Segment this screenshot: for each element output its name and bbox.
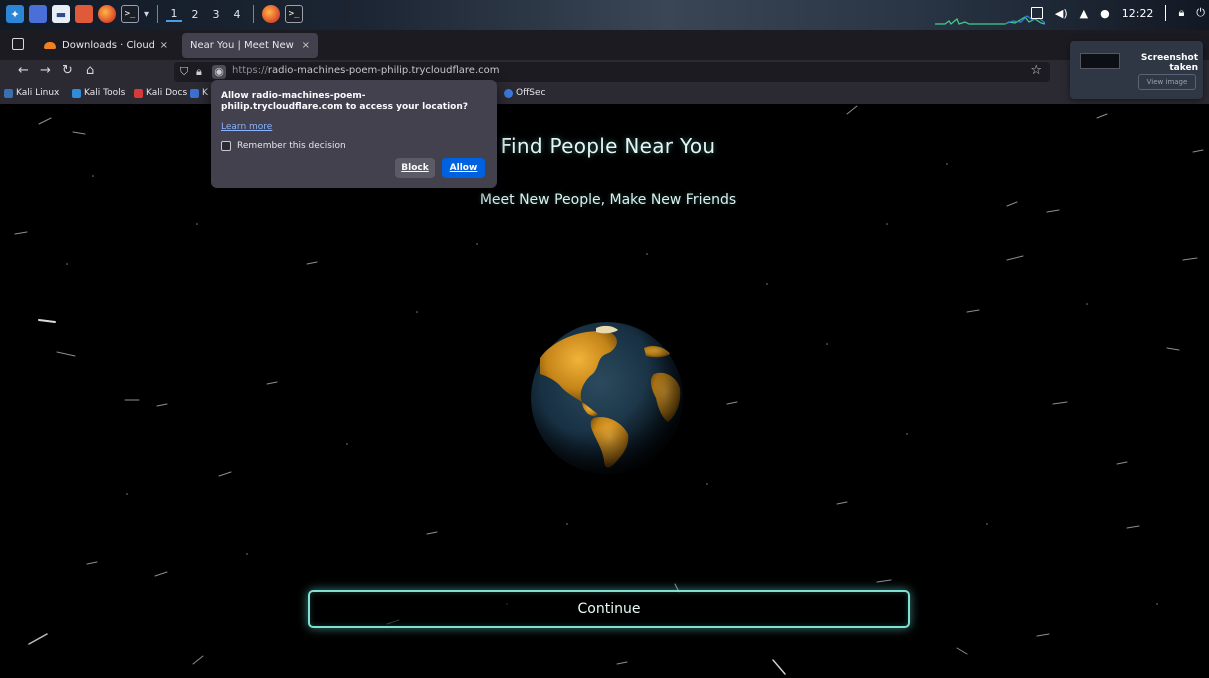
panel-launchers: ✦ ▬ >_ ▾ 1 2 3 4 >_	[6, 5, 304, 23]
notification-bell-icon[interactable]: ▲	[1080, 7, 1088, 20]
block-button[interactable]: Block	[395, 158, 435, 178]
show-desktop-icon[interactable]	[29, 5, 47, 23]
back-icon[interactable]: ←	[18, 63, 29, 78]
tab-bar: Downloads · Cloudflare Z × Near You | Me…	[0, 30, 1209, 84]
screenshot-thumbnail	[1080, 53, 1120, 69]
allow-button[interactable]: Allow	[442, 158, 485, 178]
location-permission-popup: Allow radio-machines-poem-philip.tryclou…	[211, 80, 497, 188]
forward-icon[interactable]: →	[40, 63, 51, 78]
panel-separator	[253, 5, 255, 23]
bookmark-kali-tools[interactable]: Kali Tools	[72, 88, 125, 98]
location-permission-icon[interactable]: ◉	[212, 65, 226, 79]
tray-separator	[1165, 5, 1167, 21]
volume-icon[interactable]: ◀)	[1055, 7, 1068, 20]
bookmarks-bar: Kali Linux Kali Tools Kali Docs K OffSec	[0, 84, 1209, 104]
bookmark-label: Kali Tools	[84, 88, 126, 98]
url-host: radio-machines-poem-philip.trycloudflare…	[267, 65, 500, 76]
panel-separator	[157, 5, 159, 23]
tab-title: Downloads · Cloudflare Z	[62, 40, 154, 51]
home-icon[interactable]: ⌂	[86, 63, 94, 78]
continue-button[interactable]: Continue	[308, 590, 910, 628]
page-subtitle: Meet New People, Make New Friends	[479, 192, 737, 208]
window-icon[interactable]	[1030, 7, 1043, 19]
bookmark-kali-forums[interactable]: K	[190, 88, 208, 98]
bookmark-label: Kali Linux	[16, 88, 60, 98]
chevron-down-icon[interactable]: ▾	[144, 9, 149, 20]
bookmark-kali-linux[interactable]: Kali Linux	[4, 88, 59, 98]
logout-icon[interactable]: ⏻	[1196, 6, 1205, 20]
earth-globe-icon	[531, 322, 683, 474]
kali-docs-icon	[134, 88, 143, 98]
workspace-4[interactable]: 4	[229, 8, 245, 21]
notification-title: Screenshot taken	[1140, 53, 1198, 73]
tab-list-icon[interactable]	[12, 38, 24, 50]
bookmark-offsec[interactable]: OffSec	[504, 88, 545, 98]
remember-decision-label: Remember this decision	[237, 141, 346, 151]
lock-icon[interactable]: 🔒︎	[196, 65, 202, 79]
page-viewport: Find People Near You Meet New People, Ma…	[7, 104, 1209, 678]
lock-icon[interactable]: 🔒︎	[1178, 6, 1184, 20]
remember-decision-checkbox[interactable]	[221, 141, 231, 151]
power-icon[interactable]: ●	[1100, 7, 1110, 20]
workspace-1[interactable]: 1	[166, 7, 183, 22]
bookmark-label: OffSec	[516, 88, 546, 98]
permission-question: Allow radio-machines-poem-philip.tryclou…	[221, 91, 468, 112]
offsec-icon	[504, 88, 513, 98]
file-manager-icon[interactable]: ▬	[52, 5, 70, 23]
kali-tools-icon	[72, 88, 81, 98]
kali-menu-icon[interactable]: ✦	[6, 5, 24, 23]
url-bar[interactable]: ⛉ 🔒︎ ◉ https://radio-machines-poem-phili…	[174, 62, 1050, 82]
shield-icon[interactable]: ⛉	[180, 65, 188, 79]
bookmark-label: K	[202, 88, 208, 98]
bookmark-star-icon[interactable]: ☆	[1030, 63, 1042, 78]
learn-more-link[interactable]: Learn more	[221, 122, 272, 132]
close-tab-icon[interactable]: ×	[302, 40, 310, 51]
workspace-3[interactable]: 3	[208, 8, 224, 21]
system-tray: ◀) ▲ ● 12:22 🔒︎ ⏻	[1030, 5, 1205, 21]
cpu-graph-icon	[935, 15, 1045, 25]
nav-bar: ← → ↻ ⌂ ⛉ 🔒︎ ◉ https://radio-machines-po…	[0, 60, 1209, 84]
tab-title: Near You | Meet New Peo	[190, 40, 296, 51]
top-panel: ✦ ▬ >_ ▾ 1 2 3 4 >_ ◀) ▲ ● 12:22 🔒︎ ⏻	[0, 0, 1209, 30]
reload-icon[interactable]: ↻	[62, 63, 73, 78]
url-text[interactable]: https://radio-machines-poem-philip.trycl…	[232, 65, 499, 76]
tab-downloads[interactable]: Downloads · Cloudflare Z ×	[36, 33, 176, 58]
close-tab-icon[interactable]: ×	[160, 40, 168, 51]
screenshot-notification: Screenshot taken View image	[1070, 41, 1203, 99]
firefox-icon[interactable]	[98, 5, 116, 23]
kali-forums-icon	[190, 88, 199, 98]
firefox-task-icon[interactable]	[262, 5, 281, 23]
clock[interactable]: 12:22	[1122, 7, 1154, 20]
url-protocol: https://	[232, 65, 268, 76]
text-editor-icon[interactable]	[75, 5, 93, 23]
workspace-2[interactable]: 2	[187, 8, 203, 21]
tab-near-you[interactable]: Near You | Meet New Peo ×	[182, 33, 318, 58]
terminal-icon[interactable]: >_	[121, 5, 139, 23]
view-image-button[interactable]: View image	[1138, 74, 1196, 90]
bookmark-label: Kali Docs	[146, 88, 188, 98]
page-title: Find People Near You	[500, 134, 716, 158]
kali-icon	[4, 88, 13, 98]
terminal-task-icon[interactable]: >_	[285, 5, 304, 23]
cloudflare-icon	[44, 42, 56, 49]
bookmark-kali-docs[interactable]: Kali Docs	[134, 88, 187, 98]
remember-decision-row[interactable]: Remember this decision	[221, 141, 346, 151]
